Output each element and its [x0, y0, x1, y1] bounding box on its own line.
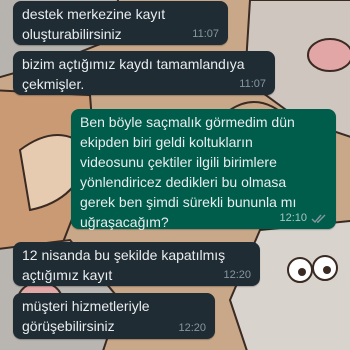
message-bubble-outgoing[interactable]: Ben böyle saçmalık görmedim dün ekipden … [71, 109, 336, 230]
message-time: 12:10 [279, 212, 307, 224]
double-check-icon [311, 214, 326, 223]
message-text: 12 nisanda bu şekilde kapatılmış açtığım… [22, 247, 226, 283]
message-time: 11:07 [239, 78, 266, 90]
message-time: 11:07 [192, 28, 219, 40]
message-time: 12:20 [223, 269, 251, 281]
message-bubble-incoming[interactable]: 12 nisanda bu şekilde kapatılmış açtığım… [13, 242, 260, 286]
message-bubble-incoming[interactable]: bizim açtığımız kaydı tamamlandıya çekmi… [13, 51, 275, 95]
message-bubble-incoming[interactable]: destek merkezine kayıt oluşturabilirsini… [13, 1, 228, 45]
message-bubble-incoming[interactable]: müşteri hizmetleriyle görüşebilirsiniz 1… [13, 293, 215, 339]
message-text: destek merkezine kayıt oluşturabilirsini… [22, 6, 166, 42]
message-time: 12:20 [178, 322, 206, 334]
message-text: bizim açtığımız kaydı tamamlandıya çekmi… [22, 56, 245, 92]
